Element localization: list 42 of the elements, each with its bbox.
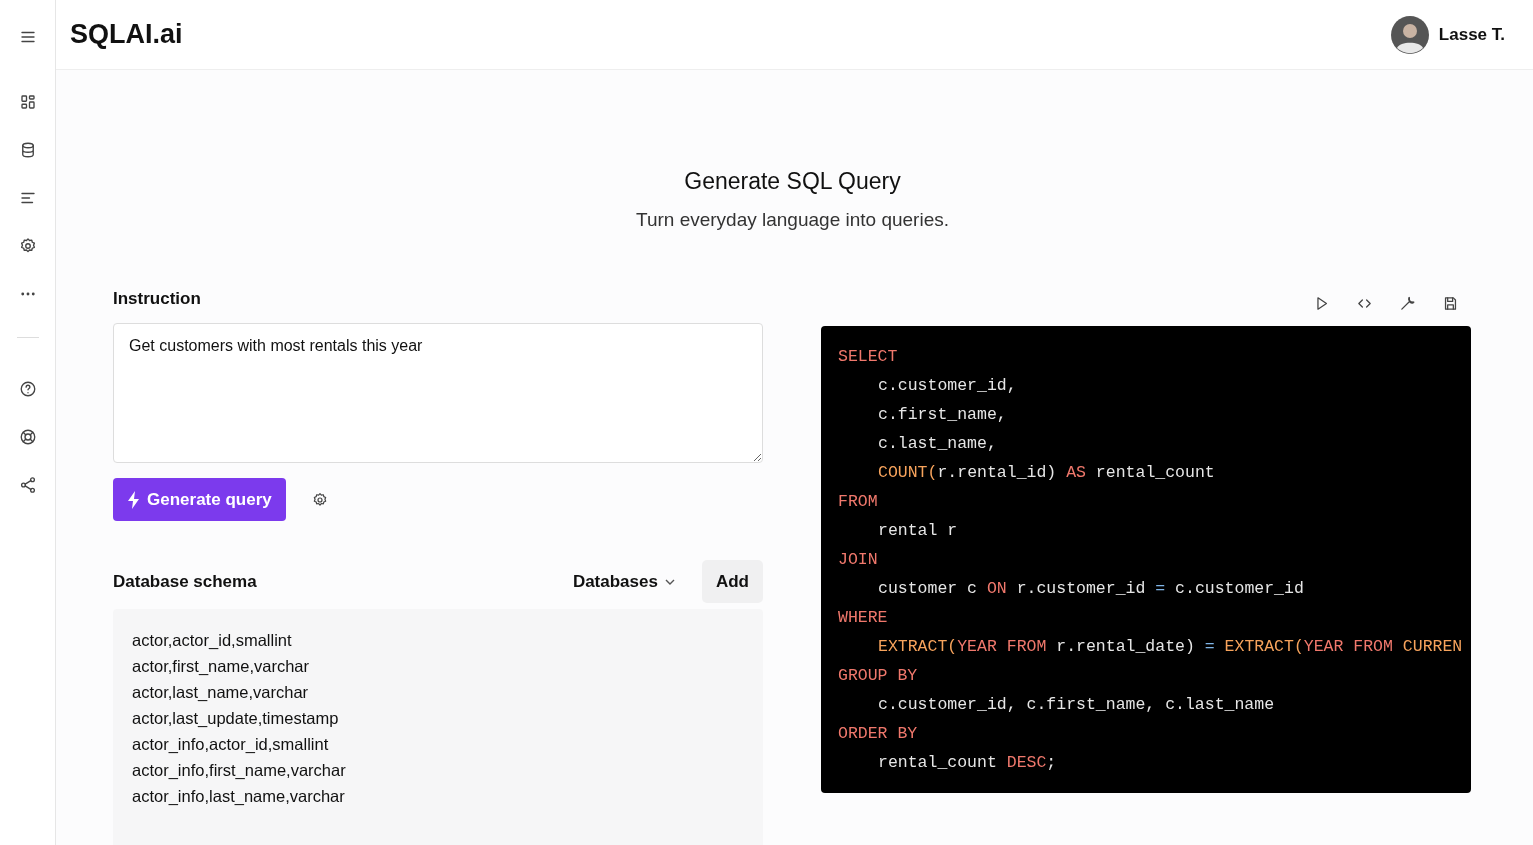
code-line: GROUP BY (838, 665, 919, 687)
code-line: c.first_name, (877, 404, 1008, 426)
schema-line: actor,first_name,varchar (132, 657, 310, 676)
code-line: WHERE (838, 607, 889, 629)
page-subtitle: Turn everyday language into queries. (636, 209, 949, 231)
lightning-icon (127, 490, 141, 509)
databases-dropdown[interactable]: Databases (566, 570, 682, 593)
settings-icon[interactable] (18, 237, 37, 255)
generate-query-button[interactable]: Generate query (113, 478, 286, 521)
code-line: SELECT (838, 346, 899, 368)
dashboard-icon[interactable] (18, 93, 37, 111)
code-line: EXTRACT(YEAR FROM r.rental_date) = EXTRACT(YEAR FROM CURREN (877, 636, 1464, 658)
schema-line: actor_info,actor_id,smallint (132, 735, 330, 754)
add-button[interactable]: Add (701, 560, 763, 603)
schema-line: actor,last_name,varchar (132, 683, 310, 702)
code-line: rental_count DESC; (877, 752, 1058, 774)
user-name[interactable]: Lasse T. (1438, 24, 1505, 45)
instruction-label: Instruction (113, 289, 202, 309)
code-line: customer c ON r.customer_id = c.customer_id (877, 578, 1305, 600)
code-line: FROM (838, 491, 879, 513)
chevron-down-icon (663, 577, 676, 586)
schema-label: Database schema (113, 571, 258, 592)
code-line: JOIN (838, 549, 879, 571)
code-line: c.customer_id, c.first_name, c.last_name (877, 694, 1276, 716)
help-icon[interactable] (18, 380, 37, 398)
share-icon[interactable] (18, 476, 37, 494)
schema-line: actor,actor_id,smallint (132, 631, 293, 650)
code-line: ORDER BY (838, 723, 919, 745)
code-line: c.last_name, (877, 433, 998, 455)
code-line: c.customer_id, (877, 375, 1018, 397)
code-line: COUNT(r.rental_id) AS rental_count (877, 462, 1216, 484)
avatar[interactable] (1390, 15, 1429, 54)
page-title: Generate SQL Query (684, 168, 901, 195)
schema-line: actor_info,last_name,varchar (132, 787, 346, 806)
brand-logo[interactable]: SQLAI.ai (70, 19, 183, 50)
code-line: rental r (877, 520, 959, 542)
instruction-field[interactable]: Get customers with most rentals this year (113, 323, 763, 463)
lifebuoy-icon[interactable] (18, 428, 37, 446)
settings-icon[interactable] (311, 491, 328, 508)
schema-line: actor_info,first_name,varchar (132, 761, 347, 780)
schema-line: actor,last_update,timestamp (132, 709, 340, 728)
save-icon[interactable] (1442, 295, 1459, 312)
